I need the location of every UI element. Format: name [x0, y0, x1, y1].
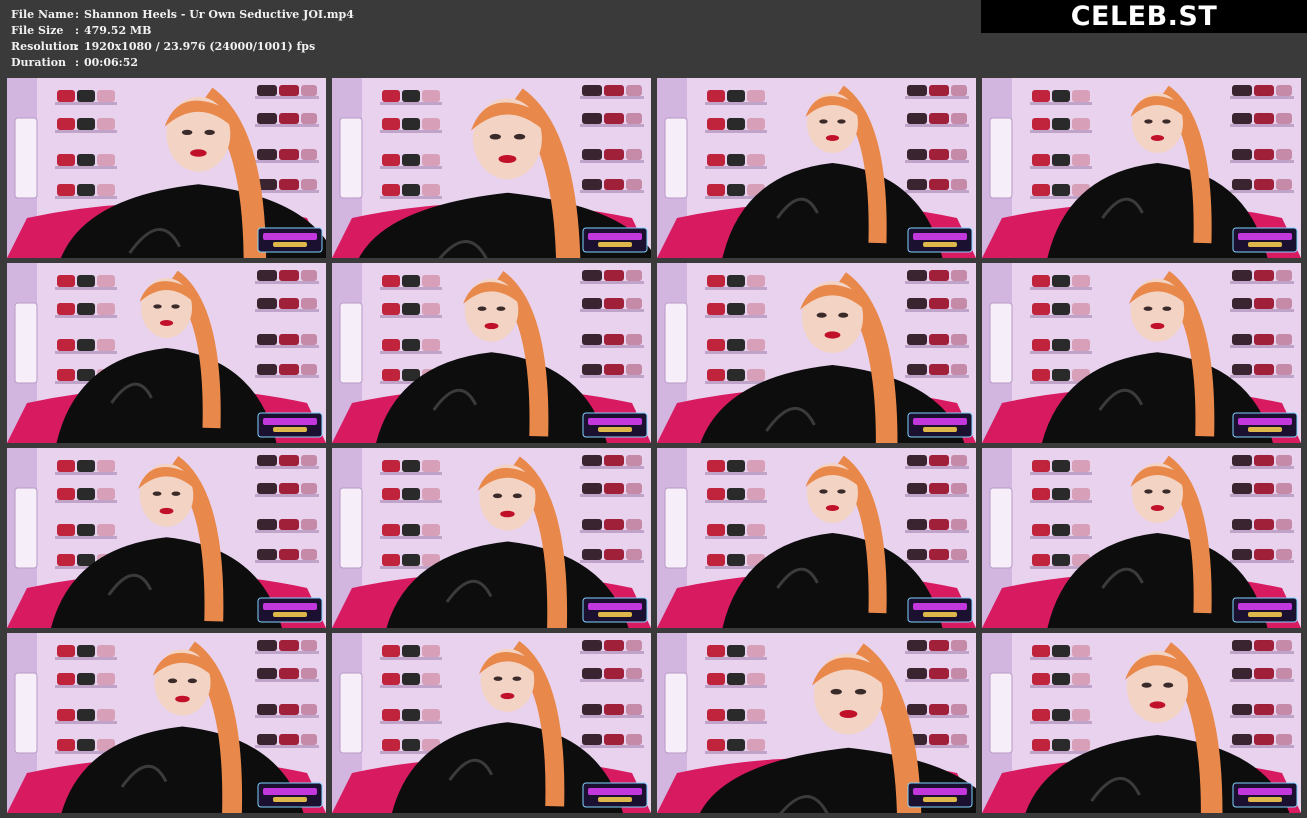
video-thumbnail — [982, 633, 1301, 813]
separator: : — [75, 40, 80, 53]
video-thumbnail — [332, 263, 651, 443]
video-thumbnail — [332, 448, 651, 628]
file-size-row: File Size : 479.52 MB — [11, 23, 354, 39]
frame-illustration — [657, 263, 976, 443]
file-name-row: File Name : Shannon Heels - Ur Own Seduc… — [11, 7, 354, 23]
duration-row: Duration : 00:06:52 — [11, 55, 354, 71]
site-logo: CELEB.ST — [981, 0, 1307, 33]
video-thumbnail — [332, 633, 651, 813]
file-name-value: Shannon Heels - Ur Own Seductive JOI.mp4 — [84, 8, 354, 21]
thumbnail-grid — [7, 78, 1301, 813]
resolution-value: 1920x1080 / 23.976 (24000/1001) fps — [84, 40, 316, 53]
frame-illustration — [7, 448, 326, 628]
frame-illustration — [7, 78, 326, 258]
contact-sheet: File Name : Shannon Heels - Ur Own Seduc… — [0, 0, 1307, 818]
frame-illustration — [332, 78, 651, 258]
frame-illustration — [982, 448, 1301, 628]
frame-illustration — [657, 633, 976, 813]
frame-illustration — [657, 448, 976, 628]
frame-illustration — [982, 633, 1301, 813]
video-thumbnail — [657, 448, 976, 628]
separator: : — [75, 8, 80, 21]
video-thumbnail — [657, 263, 976, 443]
frame-illustration — [332, 633, 651, 813]
frame-illustration — [7, 263, 326, 443]
frame-illustration — [332, 448, 651, 628]
video-thumbnail — [7, 448, 326, 628]
frame-illustration — [657, 78, 976, 258]
video-thumbnail — [332, 78, 651, 258]
video-thumbnail — [7, 263, 326, 443]
frame-illustration — [332, 263, 651, 443]
resolution-label: Resolution — [11, 40, 78, 53]
video-thumbnail — [982, 78, 1301, 258]
frame-illustration — [7, 633, 326, 813]
file-info-panel: File Name : Shannon Heels - Ur Own Seduc… — [11, 7, 354, 71]
video-thumbnail — [982, 448, 1301, 628]
file-size-label: File Size — [11, 24, 64, 37]
video-thumbnail — [7, 633, 326, 813]
file-size-value: 479.52 MB — [84, 24, 152, 37]
file-name-label: File Name — [11, 8, 74, 21]
resolution-row: Resolution : 1920x1080 / 23.976 (24000/1… — [11, 39, 354, 55]
video-thumbnail — [982, 263, 1301, 443]
duration-value: 00:06:52 — [84, 56, 139, 69]
frame-illustration — [982, 263, 1301, 443]
duration-label: Duration — [11, 56, 67, 69]
video-thumbnail — [657, 78, 976, 258]
frame-illustration — [982, 78, 1301, 258]
separator: : — [75, 24, 80, 37]
separator: : — [75, 56, 80, 69]
video-thumbnail — [657, 633, 976, 813]
video-thumbnail — [7, 78, 326, 258]
